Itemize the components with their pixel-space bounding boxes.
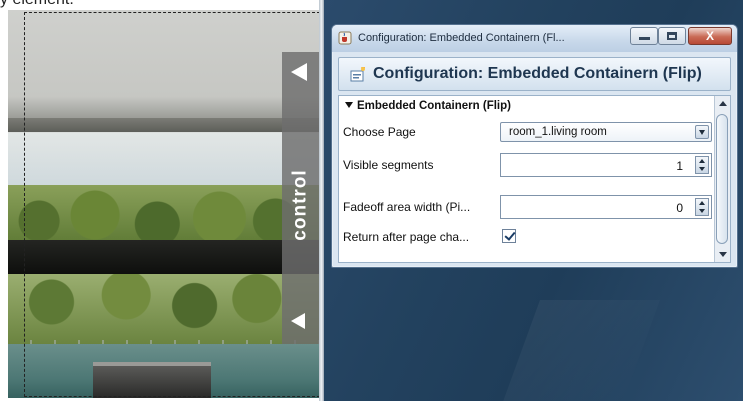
spinner-icon[interactable] — [695, 156, 709, 174]
window-title: Configuration: Embedded Containern (Fl..… — [358, 32, 565, 44]
visible-segments-input[interactable]: 1 — [500, 153, 712, 177]
vertical-scrollbar[interactable] — [714, 96, 730, 262]
fadeoff-width-label: Fadeoff area width (Pi... — [343, 200, 471, 214]
return-after-checkbox[interactable] — [502, 229, 516, 243]
dialog-heading: Configuration: Embedded Containern (Flip… — [373, 65, 702, 82]
minimize-icon — [639, 37, 650, 40]
java-cup-icon — [338, 31, 352, 45]
control-label: control — [290, 169, 312, 241]
visible-segments-label: Visible segments — [343, 158, 434, 172]
configuration-window: Configuration: Embedded Containern (Fl..… — [331, 24, 738, 268]
title-bar[interactable]: Configuration: Embedded Containern (Fl..… — [332, 25, 737, 52]
maximize-icon — [667, 32, 677, 40]
selection-outline — [24, 12, 320, 397]
arrow-left-icon[interactable] — [291, 63, 307, 81]
return-after-label: Return after page cha... — [343, 230, 470, 244]
arrow-left-icon[interactable] — [291, 313, 305, 329]
dialog-header: Configuration: Embedded Containern (Flip… — [338, 57, 731, 91]
close-icon: X — [705, 29, 714, 43]
visible-segments-value: 1 — [676, 159, 683, 173]
minimize-button[interactable] — [630, 27, 658, 45]
spinner-icon[interactable] — [695, 198, 709, 216]
dropdown-arrow-icon[interactable] — [695, 125, 709, 139]
collapse-icon — [345, 102, 353, 108]
section-header[interactable]: Embedded Containern (Flip) — [345, 100, 511, 112]
fadeoff-width-input[interactable]: 0 — [500, 195, 712, 219]
scroll-up-icon[interactable] — [719, 101, 727, 106]
choose-page-select[interactable]: room_1.living room — [500, 122, 712, 142]
choose-page-label: Choose Page — [343, 125, 416, 139]
scroll-thumb[interactable] — [716, 114, 728, 244]
fadeoff-width-value: 0 — [676, 201, 683, 215]
close-button[interactable]: X — [688, 27, 732, 45]
configuration-icon — [350, 67, 365, 82]
choose-page-value: room_1.living room — [509, 126, 607, 138]
scroll-down-icon[interactable] — [719, 252, 727, 257]
caption-text: y element. — [0, 0, 74, 9]
properties-panel: Embedded Containern (Flip) Choose Page r… — [338, 95, 731, 263]
maximize-button[interactable] — [658, 27, 686, 45]
